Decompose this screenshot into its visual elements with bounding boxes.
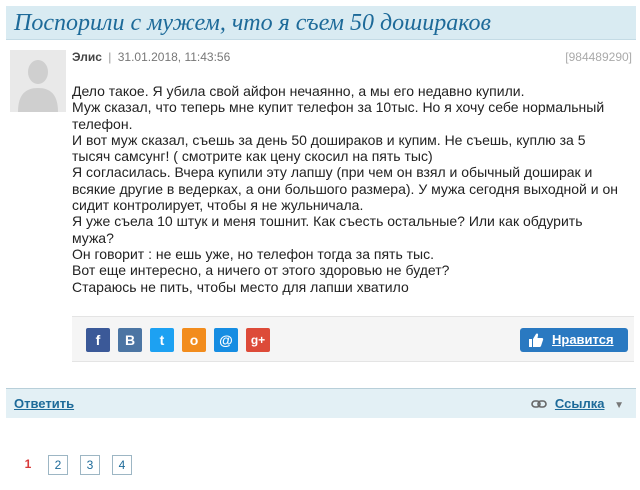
odnoklassniki-share-button[interactable]: о (182, 328, 206, 352)
like-button[interactable]: Нравится (520, 328, 628, 352)
facebook-share-button[interactable]: f (86, 328, 110, 352)
content-line: телефон. (72, 115, 133, 132)
vk-icon: В (124, 332, 136, 348)
author-name[interactable]: Элис (72, 50, 102, 64)
twitter-share-button[interactable]: t (150, 328, 174, 352)
content-line: Вот еще интересно, а ничего от этого здо… (72, 262, 450, 279)
permalink-label: Ссылка (554, 396, 605, 411)
page-link[interactable]: 2 (48, 455, 68, 475)
reply-bar: Ответить Ссылка ▼ (6, 388, 636, 418)
content-line: всякие другие в ведерках, а они большого… (72, 180, 618, 197)
content-line: Муж сказал, что теперь мне купит телефон… (72, 99, 605, 116)
avatar (10, 50, 66, 112)
user-silhouette-icon (10, 50, 66, 112)
content-line: И вот муж сказал, съешь за день 50 дошир… (72, 131, 586, 148)
post: Элис | 31.01.2018, 11:43:56 [984489290] … (6, 40, 636, 390)
page-current: 1 (24, 457, 32, 471)
like-label: Нравится (552, 332, 614, 347)
content-line: тысяч самсунг! ( смотрите как цену скоси… (72, 148, 433, 165)
post-meta: Элис | 31.01.2018, 11:43:56 [984489290] (72, 50, 632, 64)
googleplus-icon: g+ (250, 333, 266, 347)
content-line: сидит контролирует, чтобы я не жульничал… (72, 197, 364, 214)
content-line: мужа? (72, 229, 114, 246)
share-bar: f В t о @ g+ Нравится (72, 316, 634, 362)
chain-link-icon (531, 400, 548, 408)
content-line: Стараюсь не пить, чтобы место для лапши … (72, 278, 409, 295)
page-link[interactable]: 4 (112, 455, 132, 475)
reply-link[interactable]: Ответить (14, 396, 74, 411)
page-link[interactable]: 3 (80, 455, 100, 475)
thumbs-up-icon (529, 333, 544, 347)
twitter-icon: t (159, 332, 165, 348)
content-line: Я согласилась. Вчера купили эту лапшу (п… (72, 164, 593, 181)
page-title: Поспорили с мужем, что я съем 50 доширак… (14, 10, 491, 36)
chevron-down-icon[interactable]: ▼ (614, 400, 624, 411)
post-content: Дело такое. Я убила свой айфон нечаянно,… (72, 83, 632, 295)
content-line: Дело такое. Я убила свой айфон нечаянно,… (72, 83, 525, 99)
content-line: Я уже съела 10 штук и меня тошнит. Как с… (72, 213, 583, 230)
post-datetime: 31.01.2018, 11:43:56 (117, 50, 231, 64)
content-line: Он говорит : не ешь уже, но телефон тогд… (72, 245, 434, 262)
post-id: [984489290] (565, 50, 632, 64)
title-bar: Поспорили с мужем, что я съем 50 доширак… (6, 6, 636, 40)
facebook-icon: f (95, 332, 101, 348)
mail-icon: @ (219, 332, 233, 348)
vk-share-button[interactable]: В (118, 328, 142, 352)
mail-share-button[interactable]: @ (214, 328, 238, 352)
odnoklassniki-icon: о (189, 332, 199, 348)
permalink-link[interactable]: Ссылка ▼ (531, 396, 624, 411)
googleplus-share-button[interactable]: g+ (246, 328, 270, 352)
meta-separator: | (108, 50, 112, 64)
